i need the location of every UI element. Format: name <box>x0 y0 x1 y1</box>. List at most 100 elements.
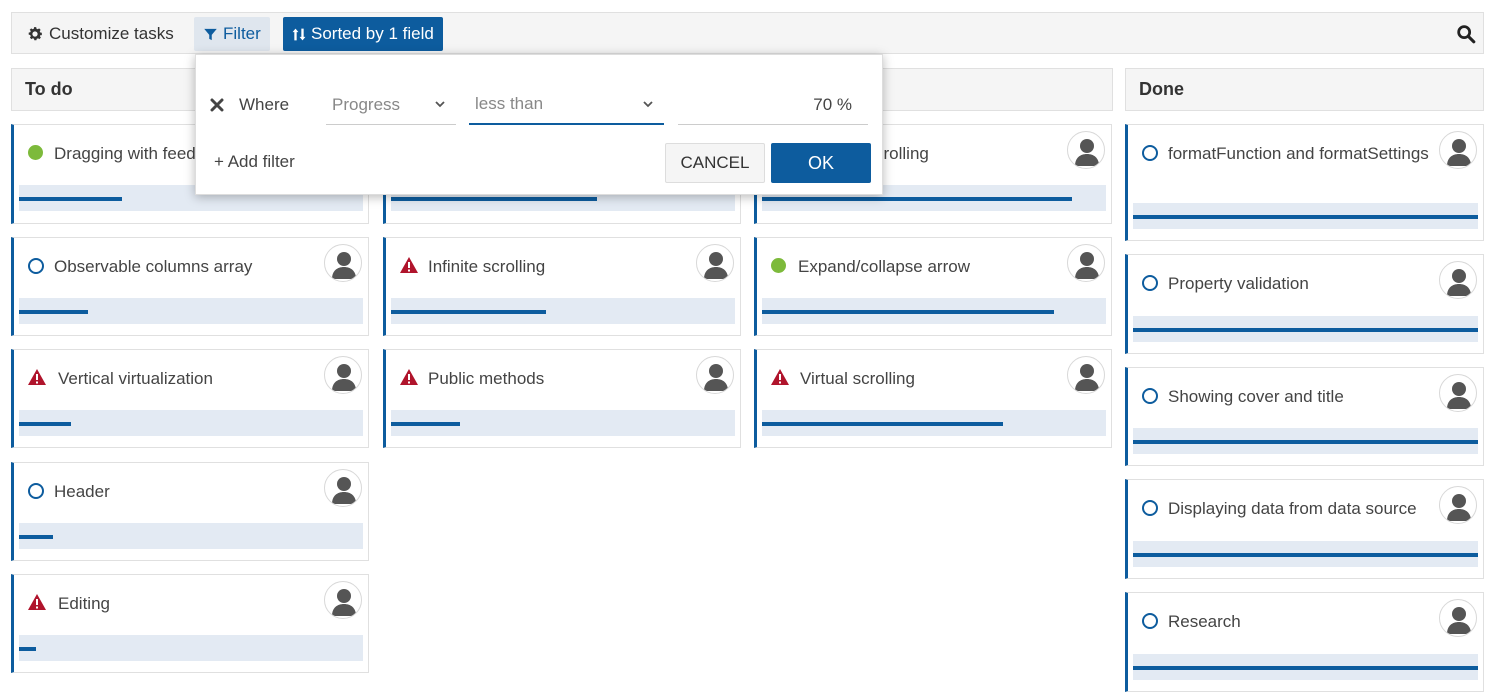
avatar <box>324 581 362 619</box>
warning-icon <box>28 369 46 385</box>
user-icon <box>1447 607 1471 634</box>
sorted-label: Sorted by 1 field <box>311 24 434 43</box>
task-card[interactable]: Observable columns array <box>11 237 369 336</box>
progress-fill <box>19 310 88 314</box>
avatar <box>1067 356 1105 394</box>
user-icon <box>1075 139 1099 166</box>
toolbar: Customize tasks Filter Sorted by 1 field <box>11 12 1484 54</box>
task-title: Public methods <box>428 369 545 388</box>
avatar <box>324 356 362 394</box>
filter-value-text: 70 % <box>813 94 852 114</box>
progress-fill <box>391 422 460 426</box>
progress-fill <box>762 197 1072 201</box>
progress-bar <box>1133 428 1478 454</box>
add-filter-link[interactable]: + Add filter <box>214 152 295 172</box>
avatar <box>1439 374 1477 412</box>
chevron-down-icon <box>643 101 653 108</box>
cancel-button[interactable]: CANCEL <box>665 143 765 183</box>
user-icon <box>1447 382 1471 409</box>
task-title: Header <box>54 482 110 501</box>
status-open-icon <box>1142 500 1158 516</box>
progress-fill <box>19 647 37 651</box>
filter-label: Filter <box>223 24 261 43</box>
task-title: Displaying data from data source <box>1168 499 1417 518</box>
filter-popup: Where Progress less than 70 % + Add filt… <box>195 54 883 195</box>
avatar <box>1439 131 1477 169</box>
avatar <box>324 469 362 507</box>
avatar <box>1067 244 1105 282</box>
progress-fill <box>1133 666 1478 670</box>
status-done-icon <box>771 258 786 273</box>
progress-bar <box>1133 316 1478 342</box>
status-open-icon <box>1142 388 1158 404</box>
progress-fill <box>19 422 71 426</box>
progress-bar <box>19 298 363 324</box>
task-card[interactable]: Virtual scrolling <box>754 349 1112 448</box>
progress-fill <box>19 535 54 539</box>
user-icon <box>1447 494 1471 521</box>
progress-fill <box>391 197 598 201</box>
avatar <box>1439 486 1477 524</box>
avatar <box>696 244 734 282</box>
sort-icon <box>292 28 306 40</box>
progress-fill <box>1133 553 1478 557</box>
task-card[interactable]: Public methods <box>383 349 741 448</box>
column-title: Done <box>1139 79 1184 99</box>
filter-operator-select[interactable]: less than <box>469 85 664 125</box>
warning-icon <box>771 369 789 385</box>
task-title: Property validation <box>1168 274 1309 293</box>
filter-operator-value: less than <box>475 94 544 113</box>
status-open-icon <box>1142 613 1158 629</box>
progress-fill <box>1133 328 1478 332</box>
filter-field-select[interactable]: Progress <box>326 85 456 125</box>
user-icon <box>1447 139 1471 166</box>
ok-button[interactable]: OK <box>771 143 871 183</box>
progress-fill <box>762 310 1055 314</box>
progress-bar <box>19 410 363 436</box>
user-icon <box>1447 269 1471 296</box>
customize-tasks-button[interactable]: Customize tasks <box>17 17 183 51</box>
user-icon <box>704 252 728 279</box>
progress-bar <box>1133 203 1478 229</box>
status-open-icon <box>1142 275 1158 291</box>
gear-icon <box>28 27 43 41</box>
progress-fill <box>1133 440 1478 444</box>
task-card[interactable]: Editing <box>11 574 369 673</box>
task-title: Infinite scrolling <box>428 257 546 276</box>
task-card[interactable]: Header <box>11 462 369 561</box>
task-card[interactable]: formatFunction and formatSettings <box>1125 124 1484 241</box>
task-card[interactable]: Showing cover and title <box>1125 367 1484 466</box>
avatar <box>696 356 734 394</box>
progress-bar <box>391 298 735 324</box>
user-icon <box>332 252 356 279</box>
avatar <box>1439 599 1477 637</box>
user-icon <box>332 477 356 504</box>
search-icon[interactable] <box>1455 23 1477 45</box>
task-card[interactable]: Research <box>1125 592 1484 692</box>
column-title: To do <box>25 79 73 99</box>
chevron-down-icon <box>435 101 445 108</box>
sorted-button[interactable]: Sorted by 1 field <box>283 17 443 51</box>
task-title: Virtual scrolling <box>800 369 915 388</box>
task-card[interactable]: Vertical virtualization <box>11 349 369 448</box>
user-icon <box>1075 252 1099 279</box>
task-card[interactable]: Expand/collapse arrow <box>754 237 1112 336</box>
warning-icon <box>400 257 418 273</box>
task-card[interactable]: Displaying data from data source <box>1125 479 1484 579</box>
task-title: Research <box>1168 612 1241 631</box>
filter-value-input[interactable]: 70 % <box>678 85 868 125</box>
progress-fill <box>19 197 123 201</box>
task-title: crolling <box>875 144 929 163</box>
close-icon[interactable] <box>210 98 224 112</box>
filter-button[interactable]: Filter <box>194 17 270 51</box>
task-card[interactable]: Infinite scrolling <box>383 237 741 336</box>
warning-icon <box>400 369 418 385</box>
progress-bar <box>19 635 363 661</box>
status-open-icon <box>28 483 44 499</box>
progress-bar <box>1133 541 1478 567</box>
filter-field-value: Progress <box>332 94 401 114</box>
user-icon <box>704 364 728 391</box>
progress-bar <box>391 410 735 436</box>
task-card[interactable]: Property validation <box>1125 254 1484 354</box>
user-icon <box>332 364 356 391</box>
